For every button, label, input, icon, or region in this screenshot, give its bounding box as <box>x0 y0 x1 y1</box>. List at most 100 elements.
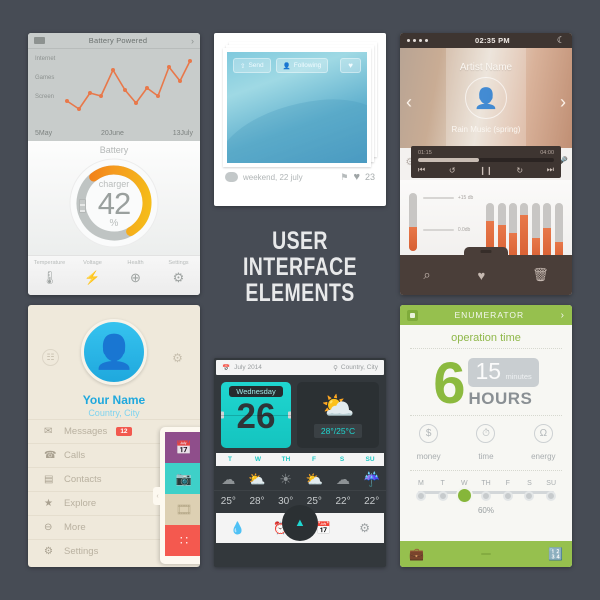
contacts-icon: ▤ <box>44 474 54 485</box>
comment-icon[interactable] <box>225 172 238 182</box>
footer-item-temperature[interactable]: Temperature 🌡 <box>29 260 71 287</box>
settings-icon[interactable]: ⚙ <box>359 521 370 535</box>
chevron-up-icon[interactable]: ▲ <box>282 505 318 541</box>
forecast-day-label: W <box>254 456 262 463</box>
stat-time[interactable]: ⏱ time <box>457 424 514 464</box>
eq-scale-line <box>423 228 454 231</box>
slider-knob[interactable] <box>519 491 541 504</box>
briefcase-icon[interactable]: 💼 <box>409 547 424 561</box>
trash-icon[interactable]: 🗑 <box>532 267 549 283</box>
calendar-icon[interactable]: 📅 <box>165 432 200 463</box>
grid-icon[interactable]: ∷ <box>165 525 200 556</box>
gauge-unit: % <box>109 218 119 230</box>
day-label: S <box>527 480 532 487</box>
panel-toggle[interactable]: ‹ <box>153 487 162 505</box>
weather-location: Country, City <box>340 364 378 371</box>
cloud-icon: ☁ <box>221 471 236 487</box>
menu-item-label: Messages <box>64 426 108 437</box>
previous-track-button[interactable]: ‹ <box>406 92 412 113</box>
footer-label: Temperature <box>33 260 66 266</box>
hours-unit: HOURS <box>468 389 533 408</box>
footer-item-settings[interactable]: Settings ⚙ <box>158 260 200 287</box>
slider-knob-active[interactable] <box>453 487 475 504</box>
enumerator-screen: ENUMERATOR › operation time 6 15 minutes… <box>400 305 572 567</box>
like-button[interactable]: ♥ <box>340 58 361 73</box>
calendar-day-number: 26 <box>236 397 276 436</box>
search-icon[interactable]: ⌕ <box>423 267 430 283</box>
battery-icon <box>79 199 86 213</box>
photo-post-card: ⇧ Send 👤 Following ♥ weekend, 22 july ⚑ … <box>214 33 386 206</box>
droplet-icon[interactable]: 💧 <box>230 521 245 535</box>
slider-knob[interactable] <box>475 491 497 504</box>
slider-knob[interactable] <box>497 491 519 504</box>
progress-bar[interactable] <box>418 158 554 162</box>
enumerator-title: ENUMERATOR <box>454 310 525 320</box>
shuffle-button[interactable]: ↻ <box>516 166 523 175</box>
more-icon: ⊖ <box>44 522 53 533</box>
location-pin-icon: ⚲ <box>333 364 338 372</box>
album-art: ‹ › Artist Name 👤 Rain Music (spring) <box>400 48 572 148</box>
master-slider[interactable] <box>409 193 417 251</box>
stat-label: money <box>416 452 441 461</box>
stat-money[interactable]: $ money <box>400 424 457 464</box>
keyboard-icon[interactable]: ☷ <box>42 349 59 366</box>
pause-button[interactable]: ❙❙ <box>479 166 492 175</box>
menu-item-label: More <box>64 522 86 533</box>
drag-handle[interactable] <box>480 250 492 253</box>
avatar[interactable]: 👤 <box>81 319 147 385</box>
sun-cloud-icon: ⛅ <box>248 471 266 487</box>
next-track-button[interactable]: › <box>560 92 566 113</box>
calculator-icon[interactable]: 🔢 <box>548 547 563 561</box>
send-button[interactable]: ⇧ Send <box>233 58 271 73</box>
progress-fill <box>418 158 480 162</box>
chevron-right-icon[interactable]: › <box>561 310 565 321</box>
chart-x-axis: 5May 20June 13July <box>35 130 193 137</box>
stat-energy[interactable]: Ω energy <box>515 424 572 464</box>
forecast-temp: 28° <box>249 496 265 507</box>
gear-icon[interactable]: ⚙ <box>169 349 186 366</box>
hamburger-icon[interactable] <box>34 37 45 44</box>
bolt-icon: ⚡ <box>84 270 101 285</box>
heart-icon[interactable]: ♥ <box>353 171 360 183</box>
footer-item-voltage[interactable]: Voltage ⚡ <box>72 260 114 287</box>
following-button[interactable]: 👤 Following <box>275 58 329 73</box>
day-label: TH <box>481 480 491 487</box>
forecast-day-label: T <box>228 456 232 463</box>
day-label: SU <box>546 480 557 487</box>
menu-item-label: Calls <box>64 450 86 461</box>
slider-knob[interactable] <box>410 491 432 504</box>
forecast-icons-row: ☁ ⛅ ☀ ⛅ ☁ ☔ <box>214 466 386 491</box>
title-line-2: INTERFACE <box>242 253 358 281</box>
flip-seam <box>221 415 291 416</box>
calendar-icon[interactable]: 📅 <box>316 521 331 535</box>
minutes-unit: minutes <box>505 372 532 381</box>
user-icon: 👤 <box>282 62 291 70</box>
forecast-temp: 22° <box>335 496 351 507</box>
heart-icon[interactable]: ♥ <box>478 268 486 283</box>
forward-button[interactable]: ⏭ <box>547 165 554 175</box>
slider-knobs <box>410 487 562 504</box>
menu-lines-icon[interactable] <box>481 553 491 555</box>
hours-value: 6 <box>433 350 466 416</box>
film-icon[interactable]: 🎞 <box>165 494 200 525</box>
rewind-button[interactable]: ⏮ <box>418 165 425 175</box>
app-icon[interactable] <box>407 309 418 321</box>
chevron-right-icon[interactable]: › <box>191 36 194 46</box>
day-label: W <box>460 480 468 487</box>
chart-x-label: 13July <box>172 130 193 137</box>
title-line-1: USER <box>272 227 328 255</box>
operation-time-readout: 6 15 minutes HOURS <box>400 349 572 415</box>
gauge-title: Battery <box>99 145 129 155</box>
day-slider: M T W TH F S SU 60% <box>400 471 572 519</box>
slider-knob[interactable] <box>540 491 562 504</box>
playback-times: 01:15 04:00 <box>418 150 554 156</box>
thermometer-icon: 🌡 <box>41 270 58 285</box>
footer-item-health[interactable]: Health ⊕ <box>115 260 157 287</box>
photo-caption: weekend, 22 july <box>243 172 303 182</box>
pin-icon[interactable]: ⚑ <box>340 172 348 183</box>
playback-controls: 01:15 04:00 ⏮ ↺ ❙❙ ↻ ⏭ <box>411 146 561 178</box>
slider-knob[interactable] <box>432 491 454 504</box>
camera-icon[interactable]: 📷 <box>165 463 200 494</box>
photo-sheet-front: ⇧ Send 👤 Following ♥ <box>223 48 371 167</box>
repeat-button[interactable]: ↺ <box>449 166 456 175</box>
